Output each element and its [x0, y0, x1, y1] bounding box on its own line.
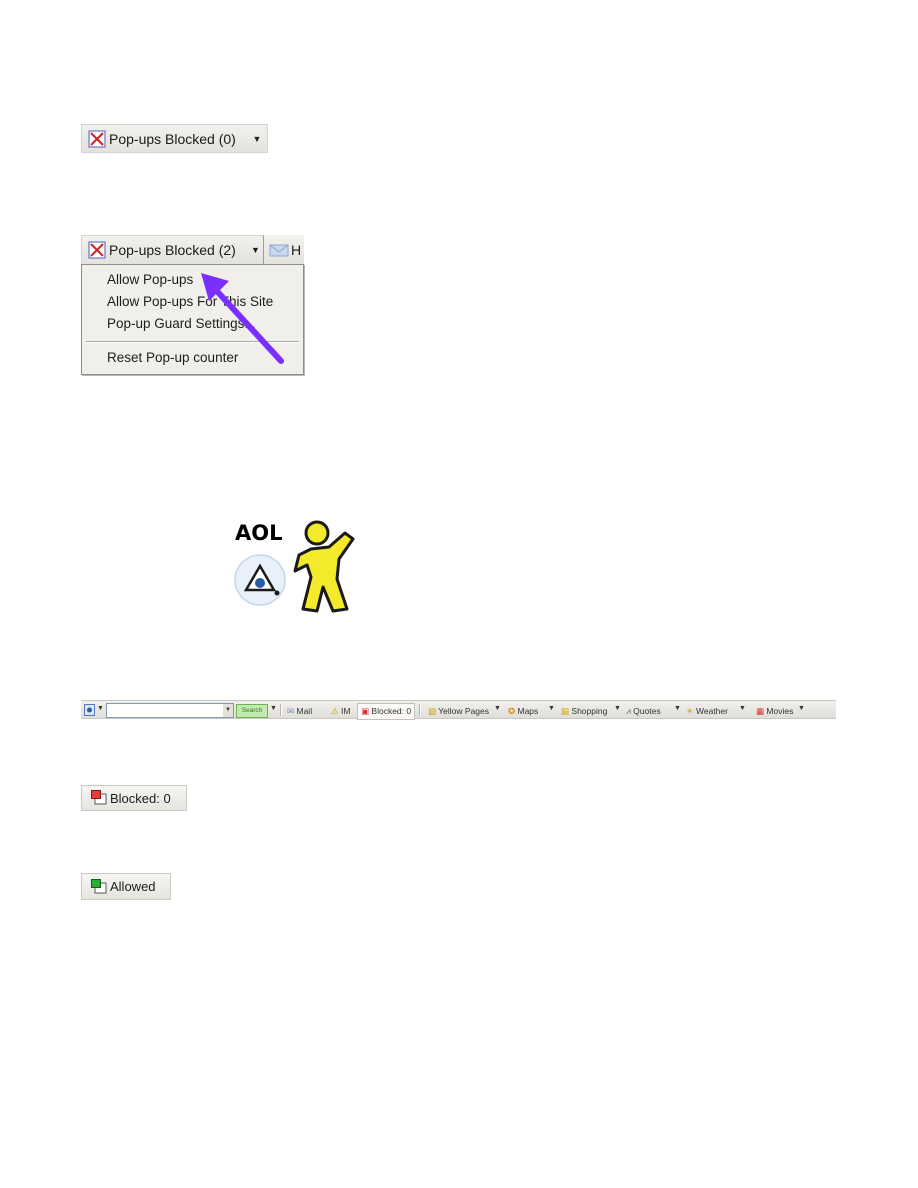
dropdown-arrow-icon[interactable]: ▼	[798, 705, 805, 712]
blocked-x-icon	[88, 130, 106, 147]
toolbar-item-blocked[interactable]: ▣ Blocked: 0	[357, 703, 416, 720]
quotes-icon: ⩘	[626, 706, 631, 716]
menu-item-allow-popups[interactable]: Allow Pop-ups	[107, 272, 193, 287]
aol-toolbar: ▼ ▼ Search ▼ ✉ Mail ⚠ IM ▣ Blocked: 0 ▧ …	[81, 700, 836, 720]
toolbar-item-maps[interactable]: ✪ Maps	[508, 706, 538, 717]
annotation-arrow	[201, 273, 284, 364]
aol-logo: AOL	[233, 519, 363, 614]
allowed-status-button[interactable]: Allowed	[81, 873, 171, 900]
toolbar-item-quotes[interactable]: ⩘ Quotes	[626, 706, 661, 717]
blocked-x-icon	[88, 241, 106, 259]
search-button-label: Search	[241, 707, 263, 714]
weather-icon: ☀	[686, 706, 694, 716]
toolbar-item-movies[interactable]: ▦ Movies	[756, 706, 793, 717]
allowed-window-icon	[91, 878, 107, 893]
toolbar-separator	[419, 704, 421, 716]
blocked-status-label: Blocked: 0	[110, 790, 171, 806]
aol-running-man-icon	[293, 520, 355, 613]
mail-icon: ✉	[287, 706, 295, 716]
dropdown-arrow-icon[interactable]: ▼	[97, 705, 104, 712]
dropdown-arrow-icon[interactable]: ▼	[674, 705, 681, 712]
yellow-pages-icon: ▧	[428, 706, 437, 716]
dropdown-arrow-icon[interactable]: ▼	[494, 705, 501, 712]
dropdown-arrow-icon[interactable]: ▼	[548, 705, 555, 712]
aol-triangle-badge-icon	[234, 554, 286, 606]
maps-icon: ✪	[508, 706, 516, 716]
allowed-status-label: Allowed	[110, 879, 156, 894]
aol-logo-text: AOL	[235, 521, 283, 545]
dropdown-arrow-icon[interactable]: ▼	[614, 705, 621, 712]
blocked-icon: ▣	[361, 706, 370, 716]
aol-toolbar-logo-icon[interactable]	[84, 704, 95, 716]
toolbar-separator	[280, 704, 282, 716]
blocked-window-icon	[91, 790, 107, 805]
mail-icon	[269, 244, 289, 257]
dropdown-toggle[interactable]: ▼	[247, 235, 264, 265]
popups-blocked-bar-expanded[interactable]: Pop-ups Blocked (2)	[81, 235, 264, 265]
toolbar-item-yellow-pages[interactable]: ▧ Yellow Pages	[428, 706, 489, 717]
next-button-label: H	[291, 242, 302, 258]
im-icon: ⚠	[331, 706, 339, 716]
toolbar-item-im[interactable]: ⚠ IM	[331, 706, 350, 717]
dropdown-arrow-icon[interactable]: ▼	[270, 705, 277, 712]
next-toolbar-button[interactable]: H	[264, 235, 304, 265]
dropdown-arrow-icon[interactable]: ▼	[739, 705, 746, 712]
search-input[interactable]: ▼	[106, 703, 234, 718]
dropdown-arrow-icon[interactable]: ▼	[247, 125, 267, 152]
toolbar-item-weather[interactable]: ☀ Weather	[686, 706, 728, 717]
popups-blocked-label: Pop-ups Blocked (2)	[109, 242, 236, 258]
search-button[interactable]: Search	[236, 704, 268, 718]
toolbar-item-shopping[interactable]: ▤ Shopping	[561, 706, 607, 717]
popups-blocked-bar[interactable]: Pop-ups Blocked (0) ▼	[81, 124, 268, 153]
popups-blocked-label: Pop-ups Blocked (0)	[109, 130, 236, 147]
shopping-icon: ▤	[561, 706, 570, 716]
blocked-status-button[interactable]: Blocked: 0	[81, 785, 187, 811]
toolbar-item-mail[interactable]: ✉ Mail	[287, 706, 312, 717]
dropdown-arrow-icon: ▼	[251, 245, 260, 255]
movies-icon: ▦	[756, 706, 765, 716]
search-dropdown-icon[interactable]: ▼	[223, 704, 233, 717]
